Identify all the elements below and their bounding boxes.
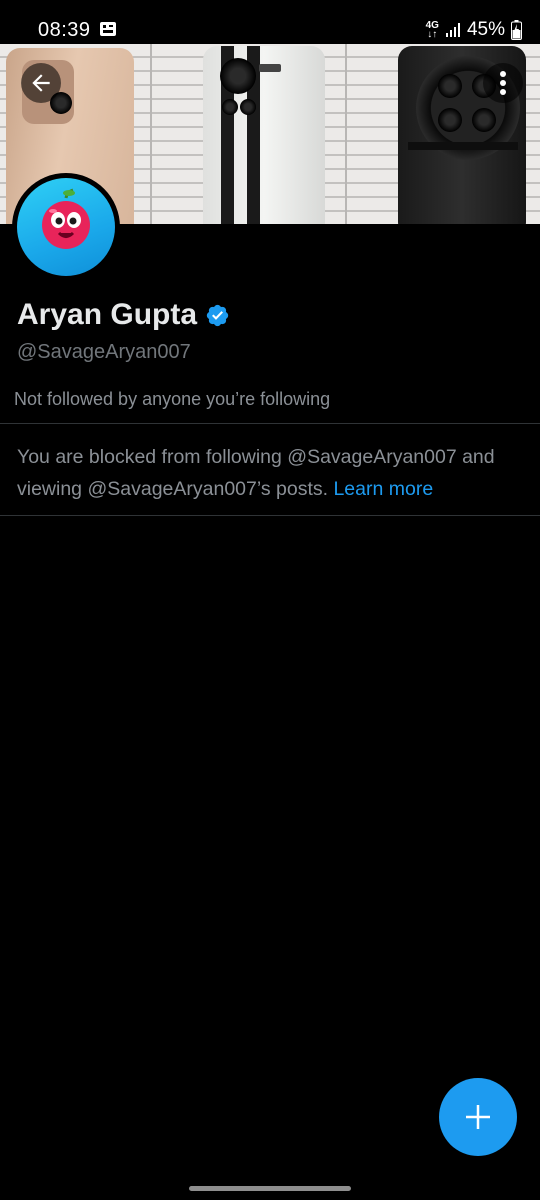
divider: [0, 515, 540, 516]
arrow-left-icon: [32, 74, 50, 92]
notification-icon: [100, 22, 116, 36]
more-options-button[interactable]: [483, 63, 523, 103]
back-button[interactable]: [21, 63, 61, 103]
battery-charging-icon: [511, 20, 522, 40]
more-vertical-icon: [500, 71, 506, 95]
status-bar: 08:39 4G ↓↑ 45%: [0, 0, 540, 44]
banner-phone-white: [203, 46, 325, 224]
verified-badge-icon[interactable]: [205, 303, 230, 328]
learn-more-link[interactable]: Learn more: [333, 478, 433, 500]
profile-name-row: Aryan Gupta: [17, 298, 230, 332]
status-time: 08:39: [38, 19, 91, 41]
followers-you-know-note: Not followed by anyone you’re following: [14, 389, 331, 409]
network-type: 4G ↓↑: [426, 21, 439, 40]
blocked-message: You are blocked from following @SavageAr…: [17, 441, 527, 505]
home-indicator[interactable]: [189, 1186, 351, 1191]
divider: [0, 423, 540, 424]
signal-icon: [445, 23, 460, 37]
status-indicators: 4G ↓↑ 45%: [426, 18, 522, 42]
battery-percent: 45%: [466, 19, 505, 40]
data-activity-icon: ↓↑: [427, 29, 438, 40]
display-name: Aryan Gupta: [17, 298, 198, 331]
avatar[interactable]: [12, 173, 120, 281]
compose-post-button[interactable]: [439, 1078, 517, 1156]
profile-handle: @SavageAryan007: [17, 341, 191, 363]
avatar-image: [17, 178, 115, 276]
plus-icon: [466, 1105, 490, 1129]
cherry-character-icon: [42, 188, 90, 249]
